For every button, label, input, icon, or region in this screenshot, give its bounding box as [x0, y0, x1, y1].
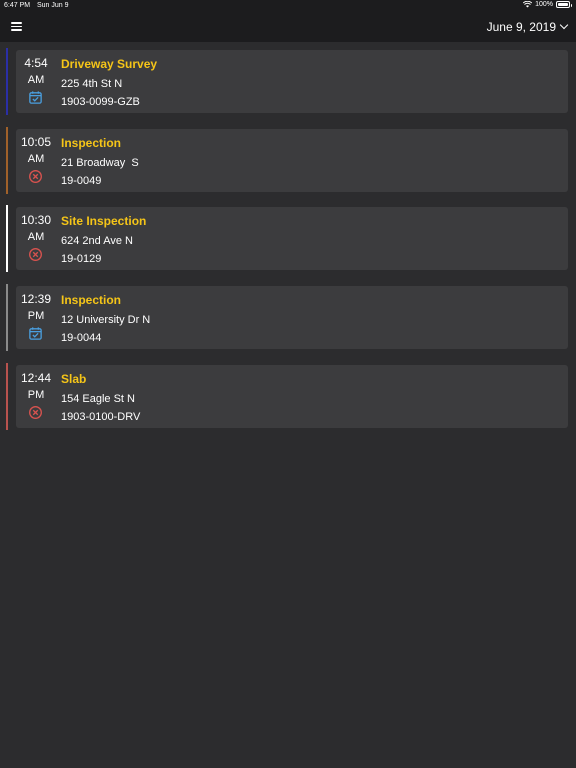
status-date: Sun Jun 9 — [37, 2, 69, 9]
appointment-ampm: AM — [27, 74, 45, 86]
selected-date: June 9, 2019 — [486, 20, 556, 34]
chevron-down-icon — [559, 20, 569, 30]
appointment-card[interactable]: 12:39 PM Inspection 12 University Dr N 1… — [16, 286, 568, 350]
calendar-check-icon — [28, 90, 43, 105]
status-right: 100% — [523, 1, 572, 8]
appointment-accent-bar — [6, 362, 8, 430]
appointment-row: 12:39 PM Inspection 12 University Dr N 1… — [0, 284, 576, 352]
appointment-address: 154 Eagle St N — [61, 392, 135, 405]
appointment-address: 12 University Dr N — [61, 314, 151, 327]
nav-bar: June 9, 2019 — [0, 12, 576, 42]
appointment-number: 1903-0100-DRV — [61, 410, 141, 423]
app-screen: 6:47 PM Sun Jun 9 100% June 9, 2019 4:54 — [0, 0, 576, 768]
appointment-number: 1903-0099-GZB — [61, 96, 140, 108]
appointment-title: Inspection — [61, 135, 122, 150]
appointment-accent-bar — [6, 126, 8, 194]
hamburger-menu-icon[interactable] — [11, 22, 22, 31]
appointment-row: 12:44 PM Slab 154 Eagle St N 1903-0100-D… — [0, 362, 576, 430]
status-time: 6:47 PM — [4, 2, 31, 9]
appointment-card[interactable]: 4:54 AM Driveway Survey 225 4th St N 190… — [16, 50, 568, 113]
appointment-number: 19-0044 — [61, 332, 102, 345]
appointment-title: Slab — [61, 371, 87, 386]
appointment-row: 10:05 AM Inspection 21 Broadway S 19-004… — [0, 126, 576, 194]
date-picker-button[interactable]: June 9, 2019 — [486, 20, 569, 34]
appointment-number: 19-0129 — [61, 253, 102, 266]
appointment-time: 12:39 — [20, 292, 52, 307]
appointment-address: 225 4th St N — [61, 78, 123, 90]
calendar-check-icon — [28, 326, 43, 341]
appointment-ampm: PM — [27, 388, 45, 401]
battery-icon — [556, 1, 572, 8]
appointment-title: Site Inspection — [61, 214, 147, 229]
appointment-ampm: PM — [27, 310, 45, 323]
appointment-list: 4:54 AM Driveway Survey 225 4th St N 190… — [0, 48, 576, 441]
appointment-ampm: AM — [27, 231, 45, 244]
appointment-time: 12:44 — [20, 370, 52, 385]
appointment-accent-bar — [6, 48, 8, 115]
appointment-time: 4:54 — [24, 56, 48, 70]
appointment-title: Driveway Survey — [61, 57, 158, 71]
appointment-ampm: AM — [27, 152, 45, 165]
appointment-accent-bar — [6, 284, 8, 352]
cancel-circle-icon — [28, 169, 43, 184]
appointment-row: 10:30 AM Site Inspection 624 2nd Ave N 1… — [0, 205, 576, 273]
appointment-card[interactable]: 12:44 PM Slab 154 Eagle St N 1903-0100-D… — [16, 364, 568, 428]
appointment-address: 624 2nd Ave N — [61, 235, 133, 248]
appointment-card[interactable]: 10:05 AM Inspection 21 Broadway S 19-004… — [16, 128, 568, 192]
appointment-card[interactable]: 10:30 AM Site Inspection 624 2nd Ave N 1… — [16, 207, 568, 271]
wifi-icon — [523, 1, 533, 8]
appointment-time: 10:30 — [20, 213, 52, 228]
appointment-title: Inspection — [61, 293, 122, 308]
cancel-circle-icon — [28, 247, 43, 262]
status-bar: 6:47 PM Sun Jun 9 100% — [0, 0, 576, 12]
appointment-accent-bar — [6, 205, 8, 273]
appointment-number: 19-0049 — [61, 174, 102, 187]
appointment-row: 4:54 AM Driveway Survey 225 4th St N 190… — [0, 48, 576, 115]
appointment-time: 10:05 — [20, 134, 52, 149]
appointment-address: 21 Broadway S — [61, 156, 139, 169]
battery-percent: 100% — [535, 1, 553, 8]
cancel-circle-icon — [28, 405, 43, 420]
